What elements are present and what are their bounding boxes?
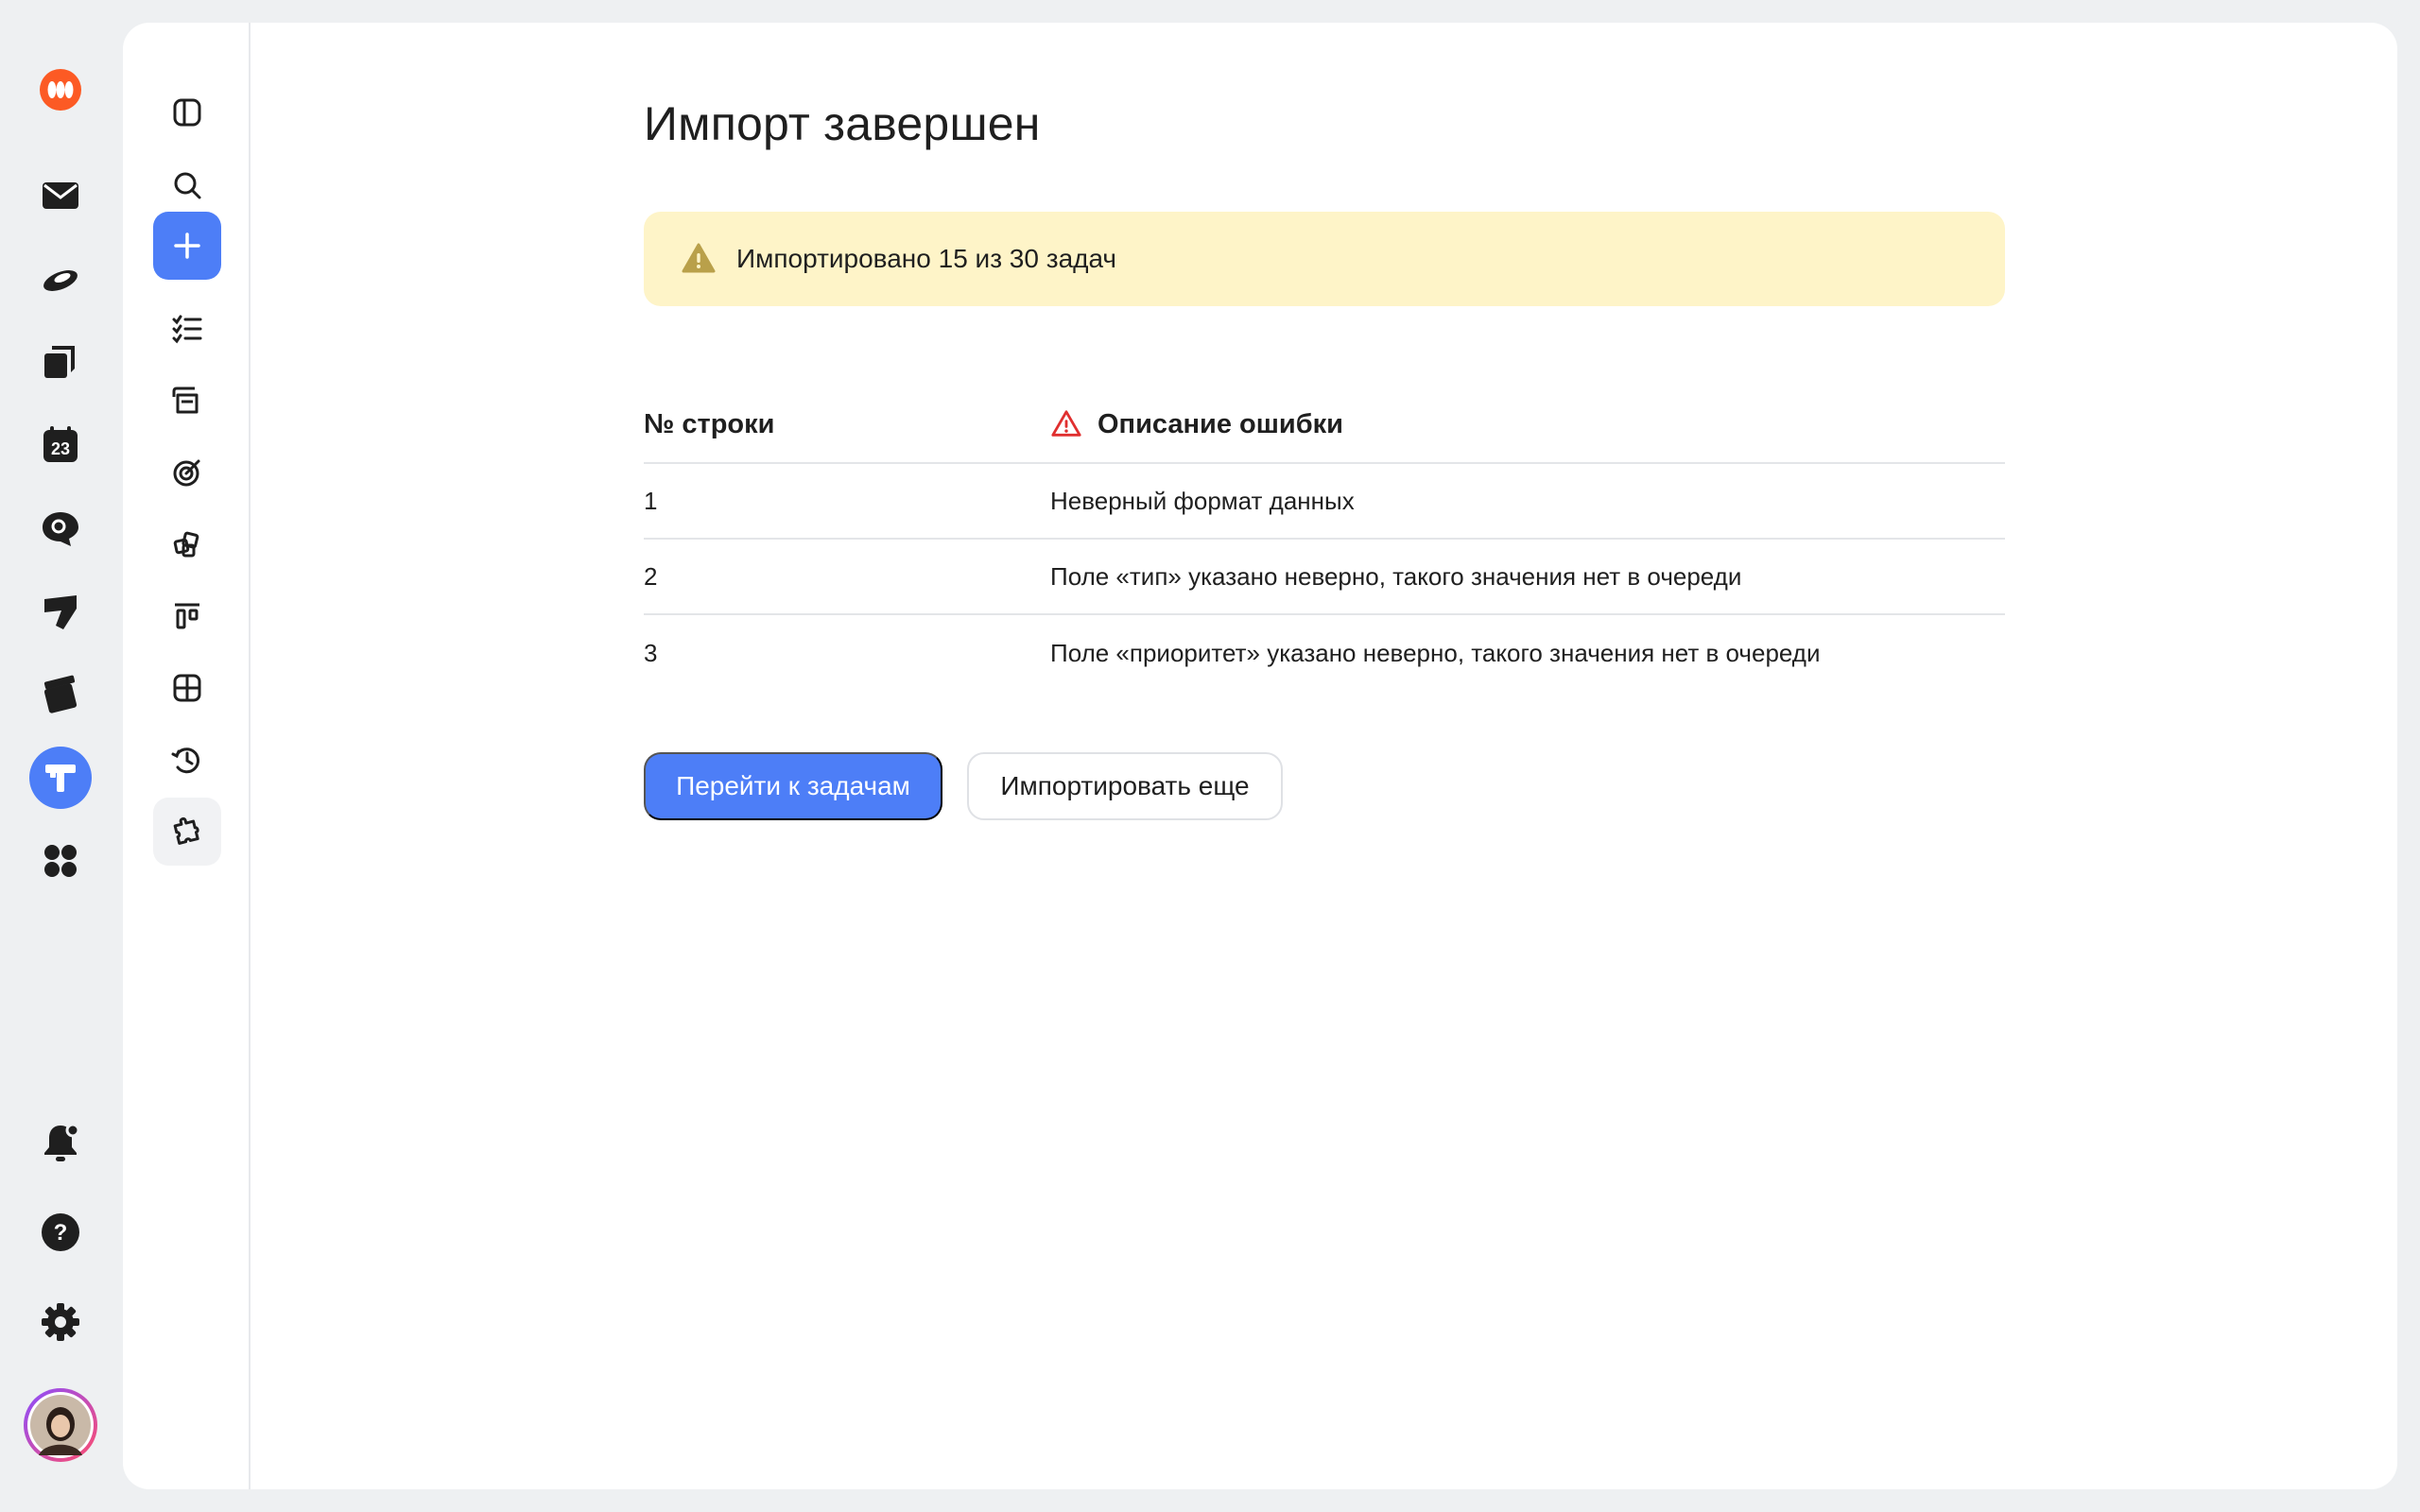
import-summary-text: Импортировано 15 из 30 задач — [736, 244, 1117, 273]
tracker-icon[interactable] — [29, 747, 92, 809]
column-header-line: № строки — [644, 408, 775, 439]
go-to-tasks-button[interactable]: Перейти к задачам — [644, 752, 942, 820]
table-row: 3 Поле «приоритет» указано неверно, тако… — [644, 615, 2005, 691]
column-header-error-label: Описание ошибки — [1098, 408, 1344, 439]
help-icon[interactable]: ? — [29, 1201, 92, 1263]
row-error-description: Поле «тип» указано неверно, такого значе… — [1050, 561, 1742, 591]
puzzle-icon[interactable] — [153, 798, 221, 866]
import-more-button[interactable]: Импортировать еще — [967, 752, 1283, 820]
warning-icon — [682, 243, 716, 273]
app-logo-icon[interactable] — [29, 59, 92, 121]
row-line-number: 3 — [644, 638, 658, 667]
errors-table: № строки Описание ошибки 1 Неверный форм… — [644, 387, 2005, 691]
app-window: 23 ? Импорт завершен Импортировано 15 из… — [0, 0, 2420, 1512]
row-line-number: 1 — [644, 486, 658, 515]
components-icon[interactable] — [153, 510, 221, 578]
table-row: 1 Неверный формат данных — [644, 464, 2005, 540]
create-plus-icon[interactable] — [153, 212, 221, 280]
search-icon[interactable] — [153, 151, 221, 219]
main-card: Импорт завершен Импортировано 15 из 30 з… — [123, 23, 2397, 1489]
row-error-description: Неверный формат данных — [1050, 486, 1355, 515]
action-buttons: Перейти к задачам Импортировать еще — [644, 752, 1283, 820]
calendar-icon[interactable]: 23 — [29, 414, 92, 476]
telemost-icon[interactable] — [29, 663, 92, 726]
row-line-number: 2 — [644, 561, 658, 591]
messenger-icon[interactable] — [29, 497, 92, 559]
panel-toggle-icon[interactable] — [153, 78, 221, 146]
notifications-icon[interactable] — [29, 1111, 92, 1174]
column-header-error: Описание ошибки — [1050, 408, 2005, 440]
svg-text:?: ? — [54, 1220, 68, 1246]
history-icon[interactable] — [153, 726, 221, 794]
row-error-description: Поле «приоритет» указано неверно, такого… — [1050, 638, 1821, 667]
folders-icon[interactable] — [153, 367, 221, 435]
page-title: Импорт завершен — [644, 97, 1041, 150]
boards-icon[interactable] — [153, 582, 221, 650]
import-summary-banner: Импортировано 15 из 30 задач — [644, 212, 2005, 306]
task-list-icon[interactable] — [153, 295, 221, 363]
secondary-sidebar — [123, 23, 251, 1489]
user-avatar[interactable] — [22, 1386, 99, 1464]
documents-icon[interactable] — [29, 331, 92, 393]
all-services-icon[interactable] — [29, 830, 92, 892]
table-header: № строки Описание ошибки — [644, 387, 2005, 464]
settings-icon[interactable] — [29, 1291, 92, 1353]
services-rail: 23 ? — [0, 0, 123, 1512]
svg-text:23: 23 — [51, 439, 70, 458]
disk-icon[interactable] — [29, 248, 92, 310]
mail-icon[interactable] — [29, 164, 92, 227]
error-warning-icon — [1051, 410, 1081, 437]
goals-icon[interactable] — [153, 438, 221, 507]
table-icon[interactable] — [153, 654, 221, 722]
table-row: 2 Поле «тип» указано неверно, такого зна… — [644, 540, 2005, 615]
forms-icon[interactable] — [29, 580, 92, 643]
